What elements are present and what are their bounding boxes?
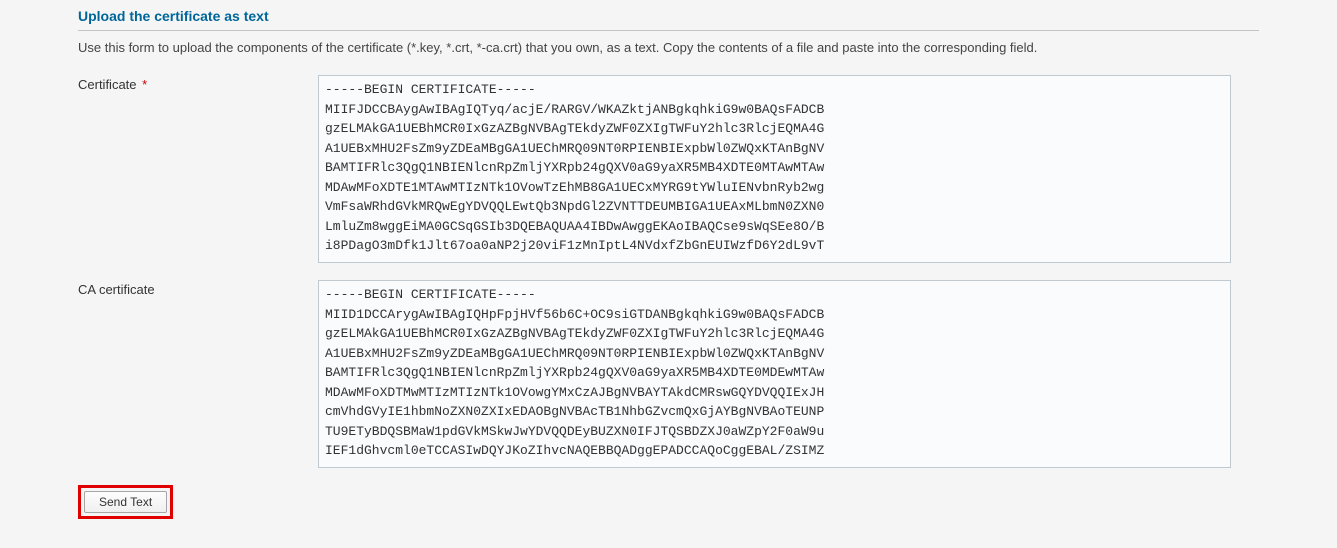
required-marker: * bbox=[142, 77, 147, 92]
section-description: Use this form to upload the components o… bbox=[78, 39, 1259, 57]
ca-certificate-textarea[interactable] bbox=[318, 280, 1231, 468]
certificate-input-wrap bbox=[318, 75, 1259, 266]
section-title: Upload the certificate as text bbox=[78, 8, 1259, 31]
certificate-textarea[interactable] bbox=[318, 75, 1231, 263]
upload-cert-text-section: Upload the certificate as text Use this … bbox=[0, 0, 1337, 529]
certificate-row: Certificate * bbox=[78, 75, 1259, 266]
certificate-label-text: Certificate bbox=[78, 77, 137, 92]
button-row: Send Text bbox=[78, 485, 1259, 519]
send-text-button[interactable]: Send Text bbox=[84, 491, 167, 513]
ca-certificate-label: CA certificate bbox=[78, 280, 318, 297]
certificate-label: Certificate * bbox=[78, 75, 318, 92]
ca-certificate-row: CA certificate bbox=[78, 280, 1259, 471]
send-button-highlight: Send Text bbox=[78, 485, 173, 519]
ca-certificate-input-wrap bbox=[318, 280, 1259, 471]
